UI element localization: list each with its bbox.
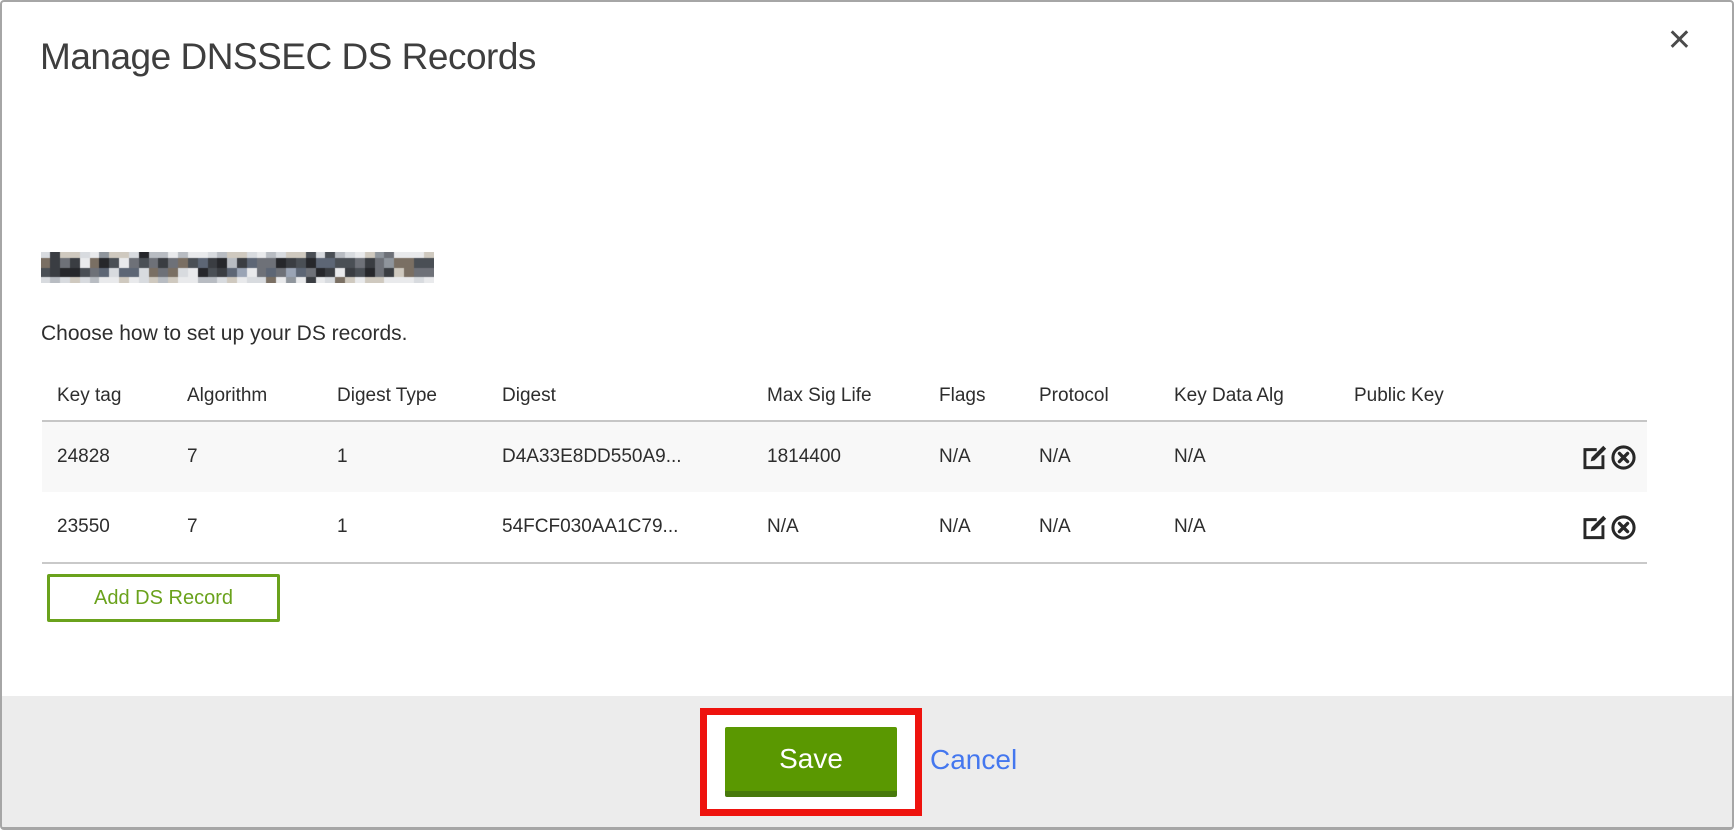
cancel-link[interactable]: Cancel bbox=[930, 744, 1017, 776]
cell-digest: D4A33E8DD550A9... bbox=[487, 422, 752, 492]
cell-public-key bbox=[1339, 492, 1542, 562]
table-header-row: Key tagAlgorithmDigest TypeDigestMax Sig… bbox=[42, 360, 1647, 422]
table-body: 2482871D4A33E8DD550A9...1814400N/AN/AN/A… bbox=[42, 422, 1647, 564]
cell-protocol: N/A bbox=[1024, 492, 1159, 562]
cell-digest-type: 1 bbox=[322, 492, 487, 562]
edit-record-icon[interactable] bbox=[1581, 514, 1608, 541]
table-row: 2482871D4A33E8DD550A9...1814400N/AN/AN/A bbox=[42, 422, 1647, 492]
header-cell: Protocol bbox=[1024, 385, 1159, 420]
highlight-rectangle: Save bbox=[700, 708, 922, 816]
header-cell: Public Key bbox=[1339, 385, 1542, 420]
delete-record-icon[interactable] bbox=[1610, 514, 1637, 541]
delete-record-icon[interactable] bbox=[1610, 444, 1637, 471]
cell-public-key bbox=[1339, 422, 1542, 492]
cell-digest-type: 1 bbox=[322, 422, 487, 492]
row-actions bbox=[1542, 492, 1647, 562]
header-cell: Digest Type bbox=[322, 385, 487, 420]
cell-protocol: N/A bbox=[1024, 422, 1159, 492]
cell-digest: 54FCF030AA1C79... bbox=[487, 492, 752, 562]
header-cell-actions bbox=[1542, 407, 1647, 420]
redacted-domain-name bbox=[41, 252, 434, 283]
page-title: Manage DNSSEC DS Records bbox=[40, 36, 536, 78]
modal-footer: Save Cancel bbox=[2, 696, 1732, 827]
add-ds-record-button[interactable]: Add DS Record bbox=[47, 574, 280, 622]
cell-key-tag: 24828 bbox=[42, 422, 172, 492]
header-cell: Flags bbox=[924, 385, 1024, 420]
header-cell: Algorithm bbox=[172, 385, 322, 420]
ds-records-table: Key tagAlgorithmDigest TypeDigestMax Sig… bbox=[42, 360, 1647, 564]
header-cell: Max Sig Life bbox=[752, 385, 924, 420]
cell-max-sig-life: 1814400 bbox=[752, 422, 924, 492]
dnssec-ds-records-dialog: Manage DNSSEC DS Records ✕ Choose how to… bbox=[0, 0, 1734, 830]
edit-record-icon[interactable] bbox=[1581, 444, 1608, 471]
instruction-text: Choose how to set up your DS records. bbox=[41, 322, 408, 346]
save-button[interactable]: Save bbox=[725, 727, 897, 797]
header-cell: Digest bbox=[487, 385, 752, 420]
cell-max-sig-life: N/A bbox=[752, 492, 924, 562]
cell-algorithm: 7 bbox=[172, 422, 322, 492]
cell-key-data-alg: N/A bbox=[1159, 492, 1339, 562]
header-cell: Key tag bbox=[42, 385, 172, 420]
cell-key-tag: 23550 bbox=[42, 492, 172, 562]
table-row: 235507154FCF030AA1C79...N/AN/AN/AN/A bbox=[42, 492, 1647, 564]
header-cell: Key Data Alg bbox=[1159, 385, 1339, 420]
cell-key-data-alg: N/A bbox=[1159, 422, 1339, 492]
cell-algorithm: 7 bbox=[172, 492, 322, 562]
close-icon[interactable]: ✕ bbox=[1667, 26, 1692, 56]
row-actions bbox=[1542, 422, 1647, 492]
cell-flags: N/A bbox=[924, 422, 1024, 492]
cell-flags: N/A bbox=[924, 492, 1024, 562]
